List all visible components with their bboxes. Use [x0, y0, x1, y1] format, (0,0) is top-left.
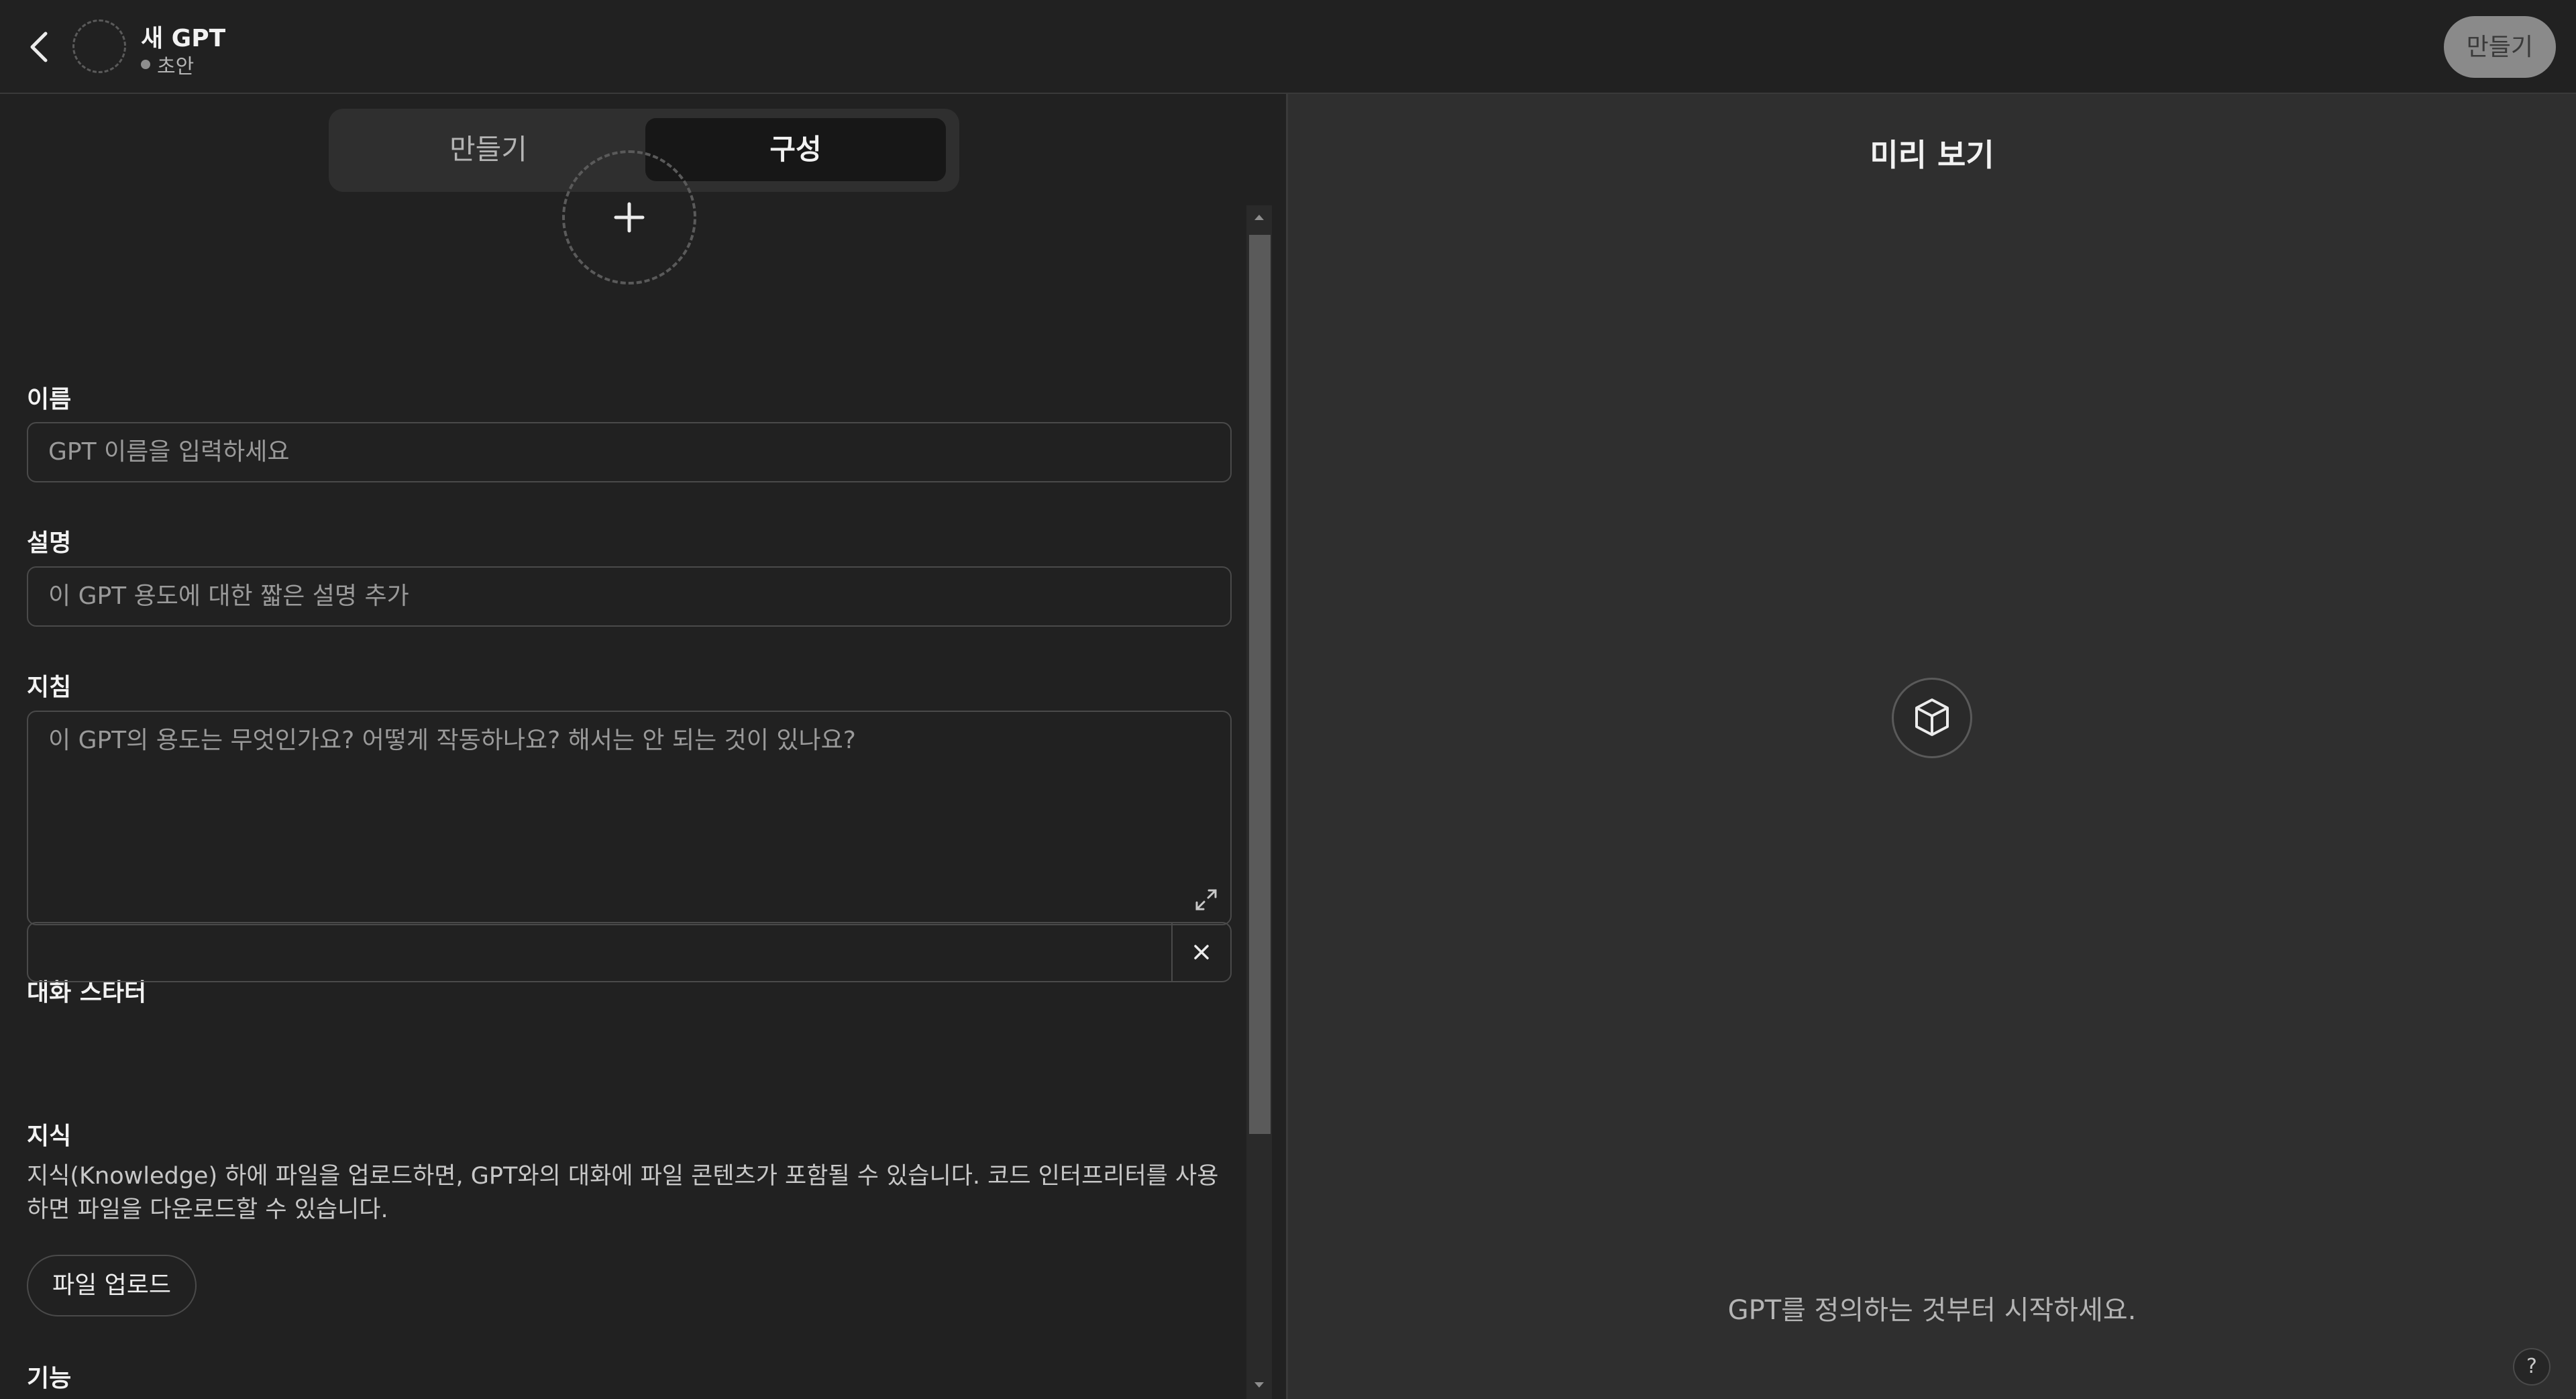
preview-title: 미리 보기 — [1870, 137, 1994, 173]
description-label: 설명 — [27, 529, 72, 557]
scrollbar-thumb[interactable] — [1249, 235, 1271, 1134]
status-badge: 초안 — [141, 50, 194, 79]
knowledge-description: 지식(Knowledge) 하에 파일을 업로드하면, GPT와의 대화에 파일… — [27, 1163, 1219, 1223]
name-input[interactable]: GPT 이름을 입력하세요 — [27, 422, 1232, 482]
cube-icon — [1892, 678, 1972, 758]
clear-starter-button[interactable] — [1171, 923, 1230, 981]
status-dot-icon — [141, 60, 150, 69]
name-label: 이름 — [27, 386, 72, 413]
preview-hint-text: GPT를 정의하는 것부터 시작하세요. — [1727, 1295, 2137, 1326]
plus-icon — [614, 202, 645, 233]
expand-icon[interactable] — [1194, 888, 1218, 912]
upload-files-button[interactable]: 파일 업로드 — [27, 1255, 197, 1316]
scroll-down-arrow-icon[interactable] — [1249, 1376, 1269, 1394]
status-text: 초안 — [157, 55, 195, 79]
close-icon — [1194, 945, 1209, 960]
gpt-name: 새 GPT — [141, 25, 226, 52]
capabilities-label: 기능 — [27, 1365, 72, 1392]
preview-panel: 미리 보기 GPT를 정의하는 것부터 시작하세요. ? — [1288, 94, 2576, 1399]
help-button[interactable]: ? — [2513, 1348, 2551, 1386]
create-button[interactable]: 만들기 — [2443, 16, 2556, 78]
scroll-up-arrow-icon[interactable] — [1249, 208, 1269, 227]
instructions-placeholder: 이 GPT의 용도는 무엇인가요? 어떻게 작동하나요? 해서는 안 되는 것이… — [48, 727, 856, 754]
gpt-avatar-placeholder — [72, 19, 126, 73]
knowledge-label: 지식 — [27, 1123, 72, 1150]
conversation-starter-input[interactable] — [27, 922, 1232, 982]
description-input[interactable]: 이 GPT 용도에 대한 짧은 설명 추가 — [27, 566, 1232, 627]
add-avatar-button[interactable] — [562, 150, 696, 284]
top-bar: 새 GPT 초안 만들기 — [0, 0, 2576, 94]
instructions-label: 지침 — [27, 674, 72, 701]
instructions-textarea[interactable]: 이 GPT의 용도는 무엇인가요? 어떻게 작동하나요? 해서는 안 되는 것이… — [27, 711, 1232, 925]
back-arrow-icon[interactable] — [25, 30, 52, 64]
